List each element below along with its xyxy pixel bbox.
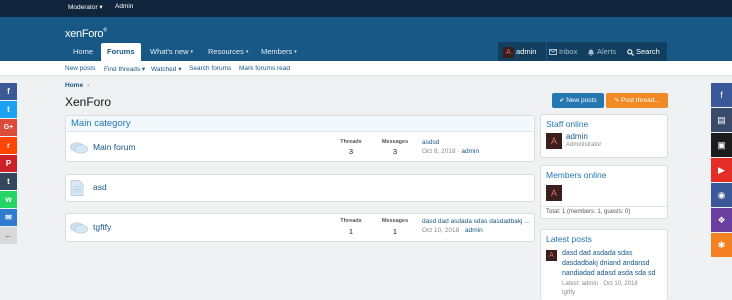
subnav-find-threads[interactable]: Find threads ▾ xyxy=(104,65,145,73)
twitter-icon[interactable]: t xyxy=(0,101,17,118)
subnav-new-posts[interactable]: New posts xyxy=(65,65,95,72)
post-thread-button[interactable]: ✎ Post thread... xyxy=(606,93,668,108)
forum-title-tgftfy[interactable]: tgftfy xyxy=(93,222,111,232)
chevron-down-icon: ▾ xyxy=(245,49,249,55)
envelope-icon xyxy=(549,49,557,56)
forum-title-asd[interactable]: asd xyxy=(93,182,107,192)
last-post-user[interactable]: admin xyxy=(461,148,479,155)
forum-title-main-forum[interactable]: Main forum xyxy=(93,142,136,152)
share-bar-right: f ▤ ▣ ▶ ◉ ❖ ✱ xyxy=(711,83,732,258)
chevron-down-icon: ▾ xyxy=(190,49,194,55)
staff-name[interactable]: admin xyxy=(566,132,588,141)
top-bar: Moderator ▾ Admin xyxy=(0,0,732,17)
chevron-down-icon: ▾ xyxy=(294,49,297,55)
youtube-icon[interactable]: ▶ xyxy=(711,158,732,182)
user-actions: Inbox Alerts Search xyxy=(547,42,667,61)
category-title[interactable]: Main category xyxy=(67,116,533,132)
new-posts-button[interactable]: ✔ New posts xyxy=(552,93,604,108)
latest-post-forum[interactable]: tgftfy xyxy=(562,290,575,296)
latest-posts-block: Latest posts A dasd dad asdada sdas dasd… xyxy=(540,229,668,300)
tumblr-icon[interactable]: t xyxy=(0,173,17,190)
messages-count: 1 xyxy=(392,227,398,236)
nav-tab-members[interactable]: Members ▾ xyxy=(255,43,303,61)
forum-chat-icon xyxy=(70,222,88,234)
forum-block-asd xyxy=(65,174,535,202)
forum-chat-icon xyxy=(70,142,88,154)
threads-count: 3 xyxy=(348,147,354,156)
staff-role: Administrator xyxy=(566,142,602,148)
last-post-title[interactable]: dasd dad asdada sdas dasdadbakj ... xyxy=(422,218,532,225)
avatar[interactable]: A xyxy=(546,133,562,149)
image-icon[interactable]: ▣ xyxy=(711,133,732,157)
divider xyxy=(541,206,667,207)
search-icon xyxy=(627,48,634,56)
collapse-arrow-icon[interactable]: ← xyxy=(0,227,17,244)
members-online-title: Members online xyxy=(546,170,607,180)
site-logo[interactable]: xenForo® xyxy=(65,25,107,40)
last-post-title[interactable]: asdsd xyxy=(422,139,532,146)
moderator-menu[interactable]: Moderator ▾ xyxy=(68,3,103,11)
avatar: A xyxy=(503,46,514,58)
reddit-icon[interactable]: r xyxy=(0,137,17,154)
admin-link[interactable]: Admin xyxy=(115,3,133,10)
avatar[interactable]: A xyxy=(546,250,557,261)
eye-icon[interactable]: ◉ xyxy=(711,183,732,207)
facebook-icon[interactable]: f xyxy=(711,83,732,107)
facebook-icon[interactable]: f xyxy=(0,83,17,100)
search-button[interactable]: Search xyxy=(627,42,660,61)
messages-label: Messages xyxy=(381,139,409,145)
new-posts-icon: ✔ xyxy=(559,98,565,104)
nav-tab-forums[interactable]: Forums xyxy=(101,43,141,61)
email-icon[interactable]: ✉ xyxy=(0,209,17,226)
last-post-user[interactable]: admin xyxy=(465,227,483,234)
threads-label: Threads xyxy=(340,139,362,145)
staff-online-block: Staff online A admin Administrator xyxy=(540,114,668,158)
gift-icon[interactable]: ❖ xyxy=(711,208,732,232)
account-link[interactable]: Aadmin xyxy=(498,42,546,61)
messages-count: 3 xyxy=(392,147,398,156)
share-bar-left: f t G+ r P t w ✉ ← xyxy=(0,83,17,245)
last-post-meta: Oct 10, 2018 · admin xyxy=(422,227,483,234)
staff-online-title: Staff online xyxy=(546,119,589,129)
breadcrumb: Home › xyxy=(65,82,89,89)
nav-tab-resources[interactable]: Resources ▾ xyxy=(202,43,254,61)
breadcrumb-home[interactable]: Home xyxy=(65,82,83,89)
members-total: Total: 1 (members: 1, guests: 0) xyxy=(546,209,631,215)
latest-post-title[interactable]: dasd dad asdada sdas dasdadbakj dniand a… xyxy=(562,249,655,279)
subnav-mark-forums-read[interactable]: Mark forums read xyxy=(239,65,290,72)
subnav-search-forums[interactable]: Search forums xyxy=(189,65,231,72)
nav-tab-home[interactable]: Home xyxy=(67,43,99,61)
sub-nav: New posts Find threads ▾ Watched ▾ Searc… xyxy=(0,61,732,76)
members-online-block: Members online A Total: 1 (members: 1, g… xyxy=(540,165,668,219)
puzzle-icon[interactable]: ✱ xyxy=(711,233,732,257)
inbox-link[interactable]: Inbox xyxy=(549,42,577,61)
messages-label: Messages xyxy=(381,218,409,224)
last-post-meta: Oct 8, 2018 · admin xyxy=(422,148,480,155)
threads-label: Threads xyxy=(340,218,362,224)
avatar[interactable]: A xyxy=(546,185,562,201)
pinterest-icon[interactable]: P xyxy=(0,155,17,172)
nav-tab-whats-new[interactable]: What's new ▾ xyxy=(144,43,199,61)
edit-icon: ✎ xyxy=(614,98,620,104)
latest-post-meta: Latest: admin · Oct 10, 2018 xyxy=(562,281,638,287)
threads-count: 1 xyxy=(348,227,354,236)
subnav-watched[interactable]: Watched ▾ xyxy=(151,65,181,73)
whatsapp-icon[interactable]: w xyxy=(0,191,17,208)
bell-icon xyxy=(587,48,595,56)
latest-posts-title: Latest posts xyxy=(546,234,592,244)
google-plus-icon[interactable]: G+ xyxy=(0,119,17,136)
page-title: XenForo xyxy=(65,95,112,109)
book-icon[interactable]: ▤ xyxy=(711,108,732,132)
breadcrumb-separator: › xyxy=(87,82,90,89)
alerts-link[interactable]: Alerts xyxy=(587,42,616,61)
page-icon xyxy=(70,180,84,196)
account-name: admin xyxy=(516,47,537,56)
